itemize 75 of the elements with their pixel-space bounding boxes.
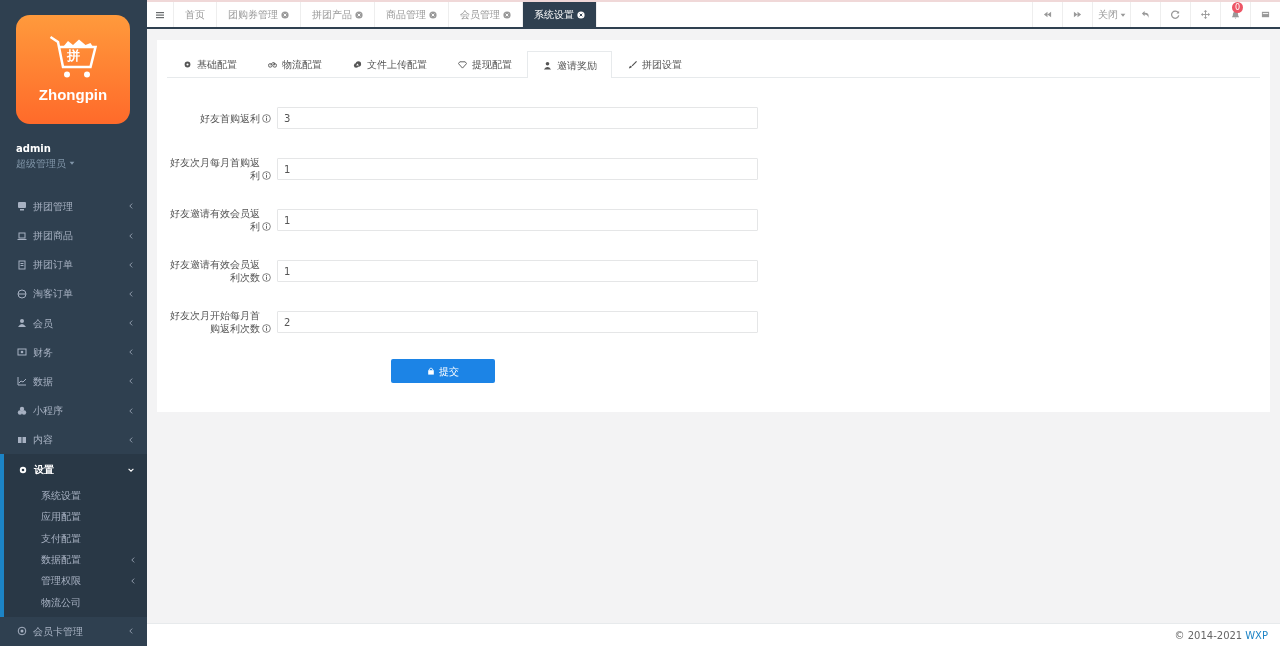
config-tab[interactable]: 拼团设置 <box>612 51 697 77</box>
globe-icon <box>17 288 27 299</box>
move-icon <box>1201 10 1210 19</box>
sidebar-item[interactable]: 拼团管理 <box>0 191 147 221</box>
field-label: 好友次月每月首购返利 <box>169 156 260 182</box>
sidebar-item[interactable]: 拼团商品 <box>0 220 147 251</box>
logo-text: Zhongpin <box>38 84 108 105</box>
field-label: 好友邀请有效会员返利次数 <box>169 258 260 284</box>
submenu-item[interactable]: 管理权限 <box>4 570 147 592</box>
monitor-icon <box>17 201 27 212</box>
laptop-icon <box>17 230 27 241</box>
config-tab[interactable]: 邀请奖励 <box>527 51 612 78</box>
input-field[interactable]: 1 <box>277 260 758 282</box>
submit-button[interactable]: 提交 <box>391 359 495 383</box>
book-icon <box>17 434 27 445</box>
field-label: 好友邀请有效会员返利 <box>169 207 260 233</box>
field-label: 好友首购返利 <box>200 111 260 125</box>
submenu-item[interactable]: 数据配置 <box>4 548 147 571</box>
input-field[interactable]: 1 <box>277 209 758 231</box>
info-icon <box>262 171 271 180</box>
sidebar-item[interactable]: 淘客订单 <box>0 279 147 309</box>
undo-icon <box>1141 10 1150 19</box>
paint-brush-icon <box>628 60 637 69</box>
sidebar-item[interactable]: 设置 <box>4 454 147 486</box>
submenu-item[interactable]: 系统设置 <box>4 485 147 507</box>
info-icon <box>262 273 271 282</box>
refresh-icon <box>1171 10 1180 19</box>
sidebar-item[interactable]: 小程序 <box>0 396 147 426</box>
config-tab[interactable]: 物流配置 <box>252 51 337 77</box>
close-menu-button[interactable]: 关闭 <box>1092 2 1130 27</box>
field-label: 好友次月开始每月首购返利次数 <box>169 309 260 335</box>
screen-icon <box>1261 10 1270 19</box>
logo-character: 拼 <box>66 47 80 66</box>
chart-icon <box>17 376 27 387</box>
user-name: admin <box>16 141 52 156</box>
user-role[interactable]: 超级管理员 <box>16 155 66 171</box>
config-tab[interactable]: 文件上传配置 <box>337 51 442 77</box>
page-tab[interactable]: 首页 <box>174 2 217 27</box>
footer-link[interactable]: WXP <box>1245 627 1268 643</box>
sidebar-item[interactable]: 财务 <box>0 337 147 367</box>
page-tab[interactable]: 商品管理 <box>375 2 449 27</box>
input-field[interactable]: 1 <box>277 158 758 180</box>
info-icon <box>262 324 271 333</box>
wallet-icon <box>17 347 27 358</box>
page-tab[interactable]: 团购券管理 <box>217 2 301 27</box>
config-tab[interactable]: 基础配置 <box>167 51 252 77</box>
user-icon <box>17 318 27 329</box>
input-field[interactable]: 3 <box>277 107 758 129</box>
submenu-item[interactable]: 应用配置 <box>4 506 147 528</box>
menu-icon <box>155 9 165 20</box>
notification-button[interactable]: 0 <box>1220 2 1250 27</box>
info-icon <box>262 113 271 123</box>
submenu-item[interactable]: 支付配置 <box>4 527 147 549</box>
config-tab[interactable]: 提现配置 <box>442 51 527 77</box>
copyright-text: © 2014-2021 <box>1174 628 1243 643</box>
cubes-icon <box>17 405 27 416</box>
info-icon <box>262 222 271 231</box>
diamond-icon <box>458 60 467 69</box>
lock-icon <box>427 367 435 375</box>
sidebar-item[interactable]: 会员 <box>0 308 147 338</box>
input-field[interactable]: 2 <box>277 311 758 333</box>
notification-badge: 0 <box>1231 2 1243 13</box>
user-tie-icon <box>543 60 552 70</box>
sidebar-item[interactable]: 拼团订单 <box>0 250 147 280</box>
caret-icon <box>1119 11 1126 18</box>
sidebar-item[interactable]: 数据 <box>0 366 147 397</box>
page-tab[interactable]: 系统设置 <box>523 2 597 27</box>
caret-icon <box>68 160 75 167</box>
rewind-icon <box>1043 10 1052 19</box>
sidebar-item[interactable]: 内容 <box>0 425 147 455</box>
sidebar-item[interactable]: 会员卡管理 <box>0 616 147 646</box>
forward-icon <box>1073 10 1082 19</box>
submenu-item[interactable]: 物流公司 <box>4 591 147 613</box>
page-tab[interactable]: 拼团产品 <box>301 2 375 27</box>
document-icon <box>17 259 27 270</box>
